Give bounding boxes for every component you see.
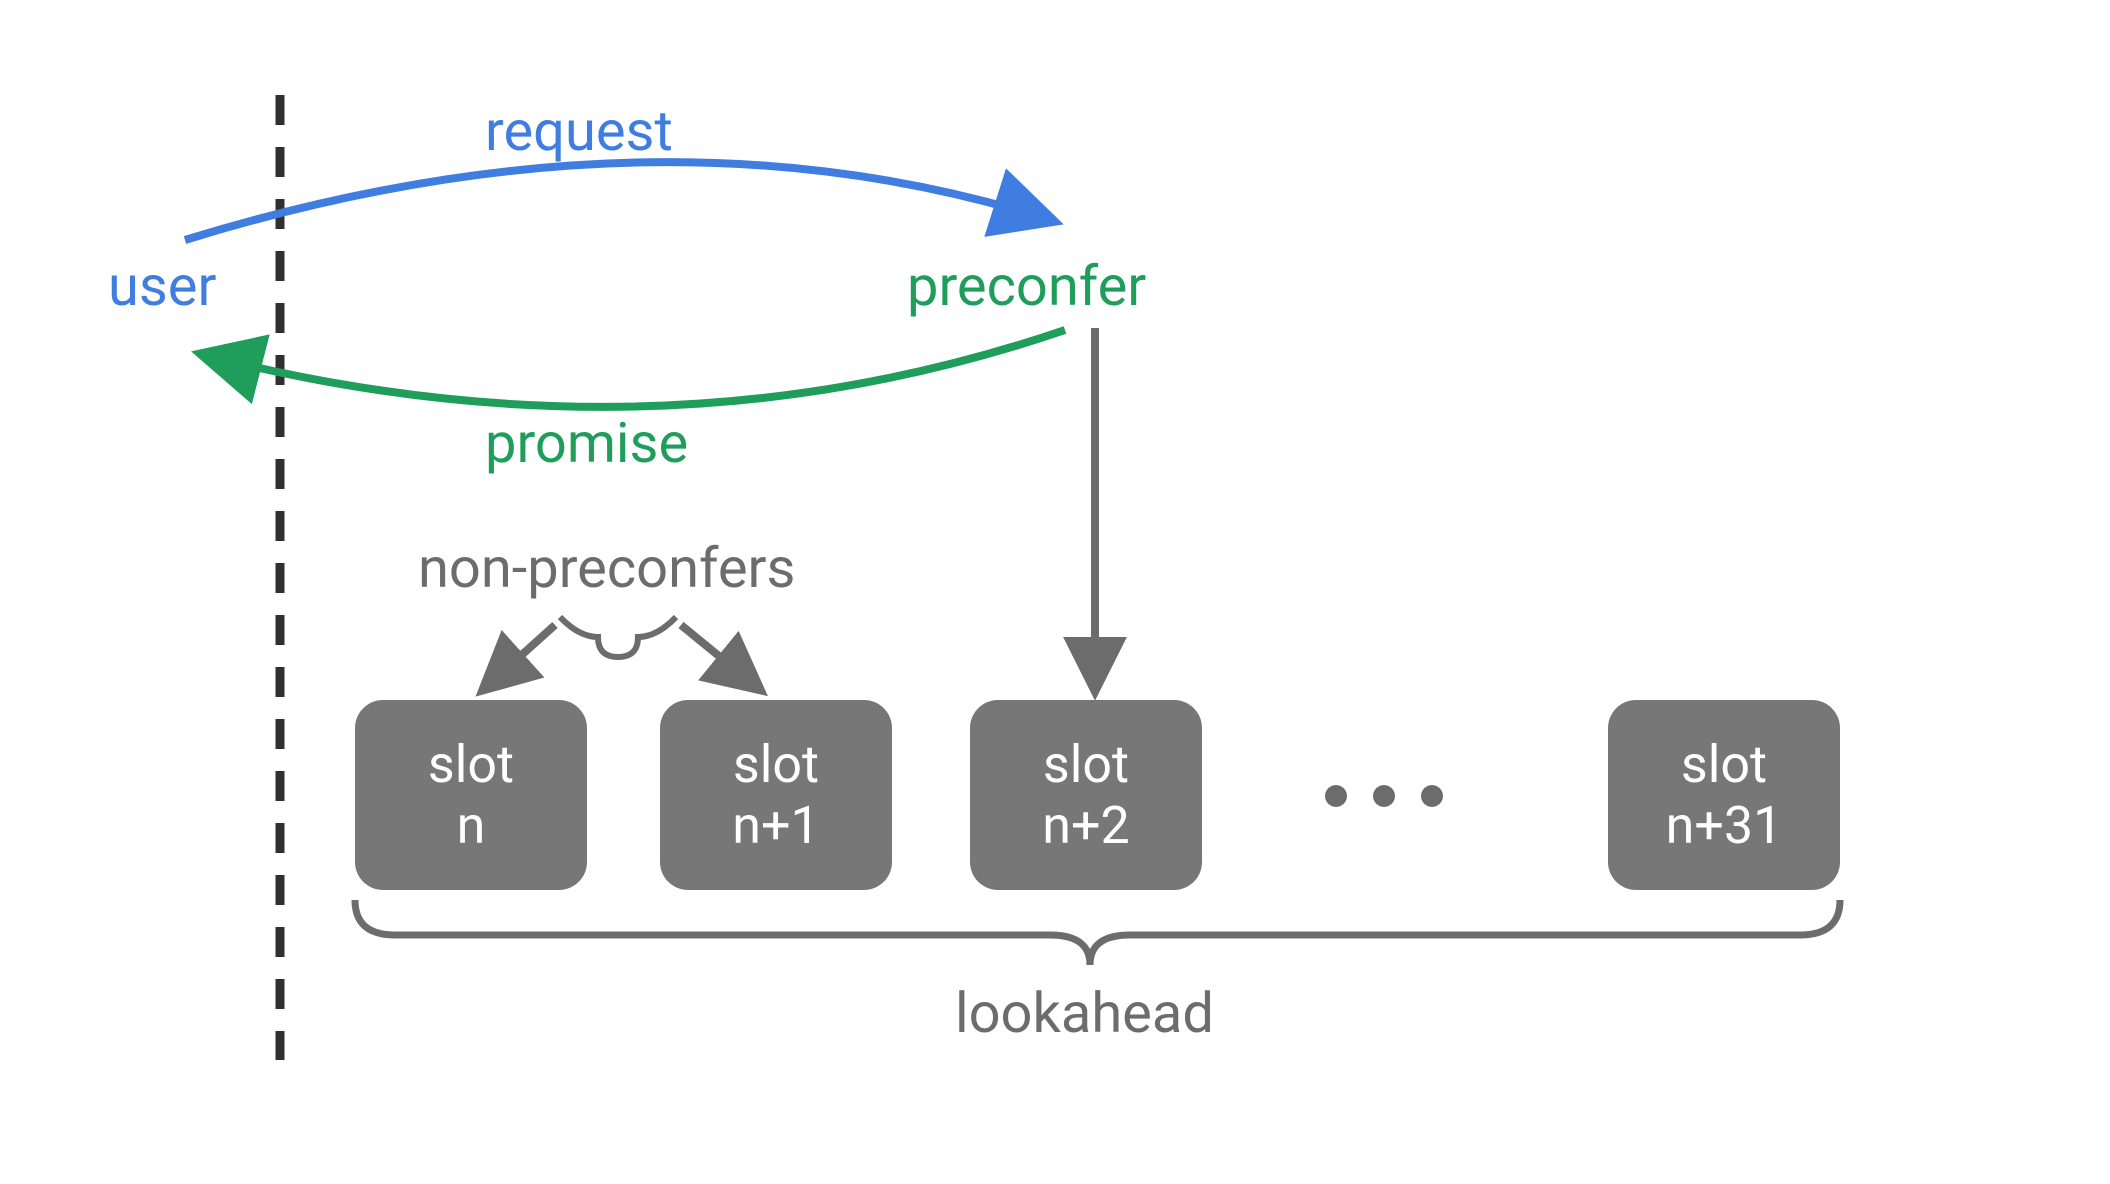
slot-text: slot n bbox=[428, 734, 514, 857]
slot-line2: n bbox=[457, 795, 486, 856]
slot-box-n1: slot n+1 bbox=[660, 700, 892, 890]
slot-line2: n+1 bbox=[732, 795, 819, 856]
request-label: request bbox=[485, 98, 673, 164]
slot-text: slot n+1 bbox=[732, 734, 819, 857]
slot-line1: slot bbox=[1043, 734, 1129, 795]
promise-arrow bbox=[205, 330, 1065, 407]
request-arrow bbox=[185, 162, 1050, 240]
slot-box-n2: slot n+2 bbox=[970, 700, 1202, 890]
slot-line1: slot bbox=[428, 734, 514, 795]
preconfer-label: preconfer bbox=[907, 253, 1146, 319]
dot-icon bbox=[1373, 785, 1395, 807]
slot-line1: slot bbox=[733, 734, 819, 795]
dot-icon bbox=[1325, 785, 1347, 807]
promise-label: promise bbox=[485, 410, 688, 476]
slot-box-n: slot n bbox=[355, 700, 587, 890]
non-preconfers-brace bbox=[560, 617, 676, 657]
diagram-canvas: user preconfer request promise non-preco… bbox=[0, 0, 2110, 1184]
user-label: user bbox=[108, 253, 216, 319]
slot-box-n31: slot n+31 bbox=[1608, 700, 1840, 890]
dot-icon bbox=[1421, 785, 1443, 807]
slot-text: slot n+31 bbox=[1666, 734, 1783, 857]
non-preconfers-arrow-left bbox=[485, 625, 555, 688]
slot-line2: n+2 bbox=[1042, 795, 1129, 856]
lookahead-label: lookahead bbox=[955, 980, 1214, 1046]
non-preconfers-label: non-preconfers bbox=[418, 535, 795, 601]
non-preconfers-arrow-right bbox=[681, 625, 758, 688]
lookahead-brace bbox=[355, 900, 1840, 965]
slot-line2: n+31 bbox=[1666, 795, 1783, 856]
ellipsis-icon bbox=[1325, 785, 1443, 807]
slot-text: slot n+2 bbox=[1042, 734, 1129, 857]
slot-line1: slot bbox=[1681, 734, 1767, 795]
